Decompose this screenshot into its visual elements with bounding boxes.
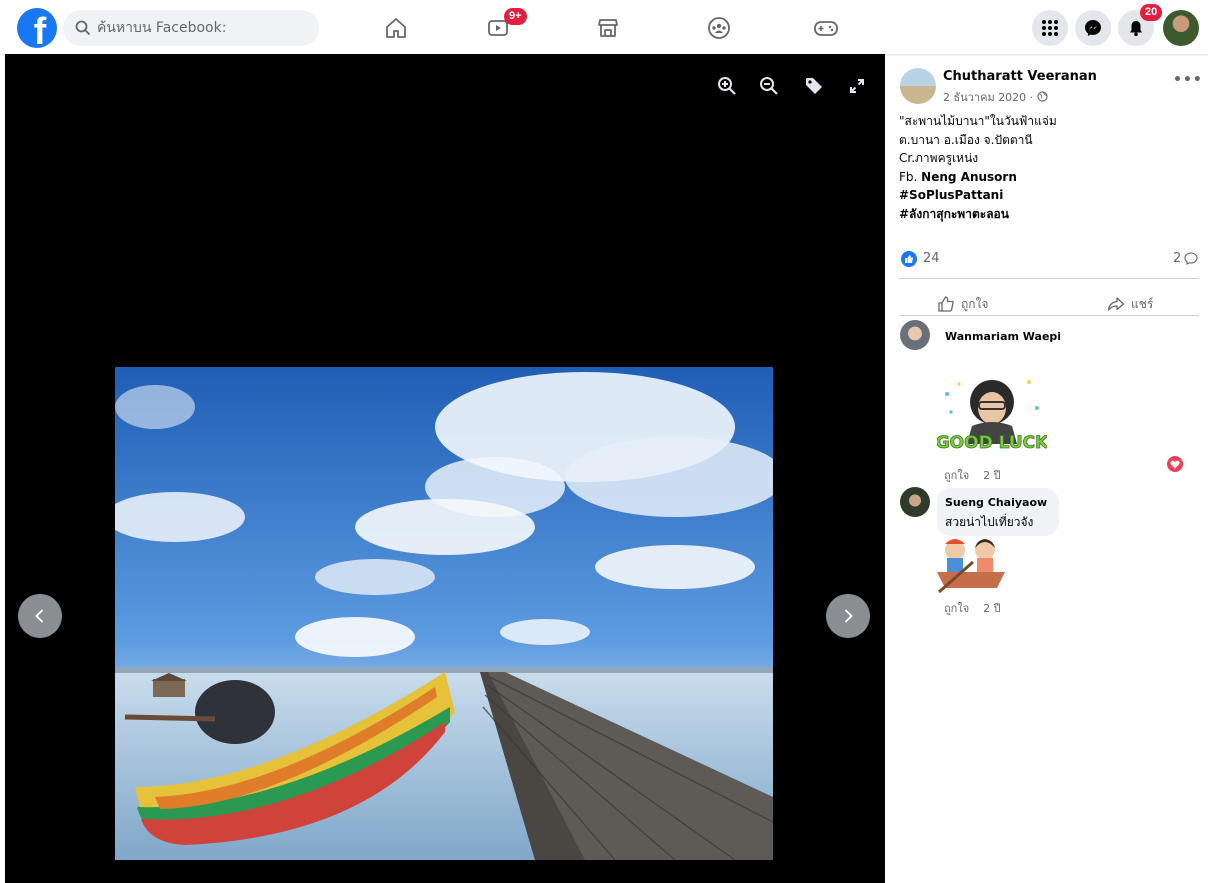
- share-button[interactable]: แชร์: [1107, 290, 1153, 318]
- share-button-label: แชร์: [1131, 296, 1154, 311]
- good-luck-sticker: GOOD LUCK: [935, 364, 1050, 470]
- comment-age[interactable]: 2 ปี: [983, 466, 1000, 484]
- zoom-out-button[interactable]: [757, 74, 781, 98]
- watch-nav-button[interactable]: 9+: [482, 8, 527, 44]
- marketplace-nav-button[interactable]: [592, 12, 624, 44]
- marketplace-icon: [598, 19, 618, 37]
- like-button[interactable]: ถูกใจ: [937, 290, 988, 318]
- comment-text: สวยน่าไปเที่ยวจัง: [945, 515, 1034, 529]
- commenter-avatar[interactable]: [900, 320, 930, 350]
- love-reaction-icon[interactable]: [1167, 456, 1183, 472]
- account-avatar[interactable]: [1163, 10, 1199, 46]
- post-photo: [115, 367, 773, 860]
- search-box[interactable]: [63, 10, 319, 46]
- home-nav-button[interactable]: [380, 12, 412, 44]
- gaming-icon: [814, 21, 838, 36]
- fb-name-link[interactable]: Neng Anusorn: [921, 170, 1017, 184]
- groups-icon: [708, 17, 730, 39]
- groups-nav-button[interactable]: [703, 12, 735, 44]
- comment-count-value[interactable]: 2: [1173, 251, 1181, 266]
- sticker-image: [937, 539, 1005, 594]
- gaming-nav-button[interactable]: [810, 12, 842, 44]
- zoom-out-icon: [760, 77, 778, 95]
- messenger-button[interactable]: [1075, 10, 1111, 46]
- chevron-left-icon: [35, 609, 44, 623]
- post-line: ต.บานา อ.เมือง จ.ปัตตานี: [899, 132, 1033, 147]
- thumbs-up-icon: [905, 255, 913, 263]
- post-date[interactable]: 2 ธันวาคม 2020 ·: [943, 88, 1048, 106]
- post-text: "สะพานไม้บานา"ในวันฟ้าแจ่ม ต.บานา อ.เมือ…: [899, 112, 1199, 223]
- post-line-fb: Fb. Neng Anusorn: [899, 168, 1199, 187]
- sticker-text: GOOD LUCK: [937, 433, 1047, 453]
- comment-like-link[interactable]: ถูกใจ: [944, 466, 969, 484]
- top-navigation-bar: f 9+ 20: [0, 0, 1208, 54]
- tag-icon: [806, 78, 822, 94]
- hashtag-link[interactable]: #SoPlusPattani: [899, 188, 1003, 202]
- menu-button[interactable]: [1032, 10, 1068, 46]
- divider: [899, 315, 1199, 316]
- bell-icon: [1130, 21, 1142, 37]
- fb-prefix: Fb.: [899, 169, 918, 184]
- search-icon: [75, 20, 91, 36]
- post-date-text[interactable]: 2 ธันวาคม 2020 ·: [943, 91, 1033, 104]
- expand-icon: [850, 79, 864, 93]
- comment-icon: [1184, 252, 1198, 265]
- like-button-label: ถูกใจ: [961, 296, 989, 311]
- zoom-in-button[interactable]: [715, 74, 739, 98]
- author-avatar[interactable]: [900, 68, 936, 104]
- comment-count[interactable]: 2: [1173, 251, 1198, 266]
- grid-menu-icon: [1042, 20, 1058, 36]
- commenter-avatar[interactable]: [900, 487, 930, 517]
- zoom-in-icon: [718, 77, 736, 95]
- comment-actions: ถูกใจ 2 ปี: [944, 599, 1001, 617]
- post-line: "สะพานไม้บานา"ในวันฟ้าแจ่ม: [899, 114, 1057, 128]
- search-input[interactable]: [97, 20, 297, 36]
- boat-sticker: [933, 534, 1009, 596]
- previous-photo-button[interactable]: [18, 594, 62, 638]
- chevron-right-icon: [844, 609, 853, 623]
- facebook-logo[interactable]: f: [17, 8, 57, 48]
- globe-icon: [1037, 91, 1048, 102]
- tag-photo-button[interactable]: [802, 74, 826, 98]
- post-author-name[interactable]: Chutharatt Veeranan: [943, 69, 1097, 84]
- divider: [899, 278, 1199, 279]
- thumbs-up-outline-icon: [938, 296, 954, 312]
- photo-viewer: [5, 54, 885, 883]
- post-options-button[interactable]: •••: [1173, 72, 1203, 88]
- home-icon: [386, 18, 406, 38]
- notifications-button[interactable]: 20: [1118, 4, 1163, 46]
- post-sidebar: Chutharatt Veeranan 2 ธันวาคม 2020 · •••…: [885, 54, 1208, 883]
- reaction-count[interactable]: 24: [923, 251, 940, 266]
- commenter-name[interactable]: Wanmariam Waepi: [945, 330, 1061, 343]
- pier-boat-photo: [115, 367, 773, 860]
- heart-icon: [1170, 460, 1180, 468]
- comment-like-link[interactable]: ถูกใจ: [944, 599, 969, 617]
- share-icon: [1107, 297, 1125, 311]
- hashtag-link[interactable]: #ลังกาสุกะพาตะลอน: [899, 207, 1009, 221]
- commenter-name[interactable]: Sueng Chaiyaow: [945, 496, 1047, 509]
- comment-age[interactable]: 2 ปี: [983, 599, 1000, 617]
- comment-actions: ถูกใจ 2 ปี: [944, 466, 1001, 484]
- post-line: Cr.ภาพครูเหน่ง: [899, 151, 979, 165]
- messenger-icon: [1085, 20, 1101, 36]
- like-reaction-icon: [901, 251, 917, 267]
- sticker-image: GOOD LUCK: [935, 380, 1050, 453]
- fullscreen-button[interactable]: [845, 74, 869, 98]
- notifications-badge: 20: [1140, 4, 1163, 21]
- watch-badge: 9+: [504, 8, 527, 25]
- next-photo-button[interactable]: [826, 594, 870, 638]
